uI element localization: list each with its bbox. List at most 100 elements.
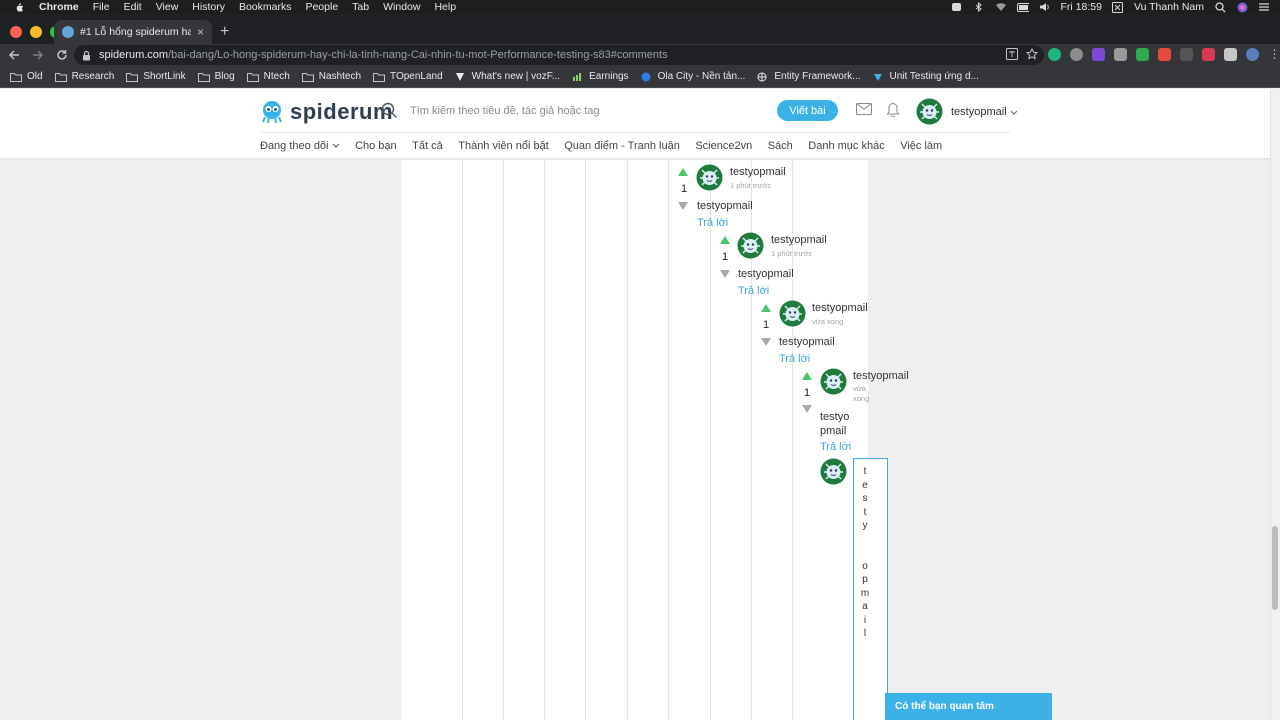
wifi-icon[interactable]	[995, 2, 1007, 12]
search-input[interactable]	[410, 102, 740, 120]
nav-science2vn[interactable]: Science2vn	[695, 140, 752, 152]
status-extension-icon[interactable]	[951, 2, 963, 12]
siri-icon[interactable]	[1236, 2, 1248, 12]
bookmark-unit-testing[interactable]: Unit Testing ứng d...	[873, 71, 979, 82]
menu-bookmarks[interactable]: Bookmarks	[239, 1, 292, 13]
bookmark-shortlink[interactable]: ShortLink	[126, 71, 186, 82]
pinterest-extension-icon[interactable]	[1202, 48, 1215, 61]
close-window-button[interactable]	[10, 26, 22, 38]
record-extension-icon[interactable]	[1070, 48, 1083, 61]
comment-avatar[interactable]	[779, 300, 806, 327]
bookmark-old[interactable]: Old	[10, 71, 43, 82]
nav-following[interactable]: Đang theo dõi	[260, 140, 340, 152]
upvote-icon[interactable]	[761, 304, 771, 312]
menu-file[interactable]: File	[93, 1, 110, 13]
comment-avatar[interactable]	[696, 164, 723, 191]
comment-author[interactable]: testyopmail	[853, 370, 909, 382]
comment-author[interactable]: testyopmail	[812, 302, 868, 314]
red-extension-icon[interactable]	[1158, 48, 1171, 61]
upvote-icon[interactable]	[678, 168, 688, 176]
chrome-menu-icon[interactable]: ⋮	[1268, 48, 1280, 61]
reload-button[interactable]	[52, 45, 72, 65]
evernote-extension-icon[interactable]	[1136, 48, 1149, 61]
nav-all[interactable]: Tất cả	[412, 140, 443, 152]
scrollbar-thumb[interactable]	[1272, 526, 1278, 610]
nav-for-you[interactable]: Cho bạn	[355, 140, 397, 152]
bookmark-voz[interactable]: What's new | vozF...	[455, 71, 560, 82]
upvote-icon[interactable]	[720, 236, 730, 244]
reply-link[interactable]: Trả lời	[820, 441, 851, 453]
browser-toolbar: spiderum.com/bai-dang/Lo-hong-spiderum-h…	[0, 44, 1280, 66]
downvote-icon[interactable]	[802, 405, 812, 413]
menu-window[interactable]: Window	[383, 1, 420, 13]
nav-books[interactable]: Sách	[768, 140, 793, 152]
bookmark-ola-city[interactable]: Ola City - Nền tản...	[641, 71, 745, 82]
lock-icon[interactable]	[82, 50, 91, 61]
bell-icon[interactable]	[886, 102, 900, 120]
nav-featured-members[interactable]: Thành viên nổi bật	[458, 140, 549, 152]
comment-avatar[interactable]	[737, 232, 764, 259]
profile-avatar-icon[interactable]	[1246, 48, 1259, 61]
battery-icon[interactable]	[1016, 2, 1029, 12]
user-switch-icon[interactable]	[1112, 1, 1124, 13]
spiderum-logo[interactable]: spiderum	[260, 99, 393, 125]
bookmark-star-icon[interactable]	[1025, 47, 1039, 63]
bookmark-topenland[interactable]: TOpenLand	[373, 71, 443, 82]
bookmark-earnings[interactable]: Earnings	[572, 71, 629, 82]
puzzle-extensions-icon[interactable]	[1224, 48, 1237, 61]
address-bar[interactable]: spiderum.com/bai-dang/Lo-hong-spiderum-h…	[74, 45, 1044, 65]
reply-link[interactable]: Trả lời	[697, 217, 728, 229]
downvote-icon[interactable]	[720, 270, 730, 278]
menu-user-name[interactable]: Vu Thanh Nam	[1134, 1, 1204, 13]
search-icon[interactable]	[381, 102, 398, 122]
reply-textarea[interactable]	[853, 458, 888, 720]
page-scrollbar[interactable]	[1270, 89, 1280, 720]
apple-icon[interactable]	[14, 2, 25, 13]
menu-people[interactable]: People	[305, 1, 338, 13]
comment-author[interactable]: testyopmail	[730, 166, 786, 178]
bookmark-research[interactable]: Research	[54, 71, 114, 82]
bookmark-entity-framework[interactable]: Entity Framework...	[757, 71, 861, 82]
bluetooth-icon[interactable]	[973, 2, 985, 12]
control-center-icon[interactable]	[1258, 2, 1270, 12]
grammarly-extension-icon[interactable]	[1048, 48, 1061, 61]
camera-extension-icon[interactable]	[1114, 48, 1127, 61]
mail-icon[interactable]	[856, 103, 872, 118]
nav-other-categories[interactable]: Danh mục khác	[808, 140, 884, 152]
upvote-icon[interactable]	[802, 372, 812, 380]
bookmark-blog[interactable]: Blog	[197, 71, 235, 82]
menu-help[interactable]: Help	[434, 1, 456, 13]
write-post-button[interactable]: Viết bài	[777, 100, 838, 121]
browser-tab-active[interactable]: #1 Lỗ hổng spiderum hay chỉ là ×	[54, 20, 212, 44]
suggested-posts-bar[interactable]: Có thể bạn quan tâm	[885, 693, 1052, 720]
gray-extension-icon[interactable]	[1180, 48, 1193, 61]
translate-icon[interactable]	[1006, 48, 1018, 63]
menu-edit[interactable]: Edit	[124, 1, 142, 13]
reply-link[interactable]: Trả lời	[779, 353, 810, 365]
menu-app-name[interactable]: Chrome	[39, 1, 79, 13]
new-tab-button[interactable]: +	[220, 24, 229, 40]
menu-tab[interactable]: Tab	[352, 1, 369, 13]
header-divider	[260, 132, 1010, 133]
bookmark-ntech[interactable]: Ntech	[246, 71, 290, 82]
forward-button[interactable]	[28, 45, 48, 65]
purple-extension-icon[interactable]	[1092, 48, 1105, 61]
nav-opinion-debate[interactable]: Quan điểm - Tranh luận	[564, 140, 680, 152]
back-button[interactable]	[4, 45, 24, 65]
downvote-icon[interactable]	[761, 338, 771, 346]
comments-section	[0, 160, 1270, 720]
nav-jobs[interactable]: Việc làm	[900, 140, 942, 152]
menu-view[interactable]: View	[156, 1, 179, 13]
comment-author[interactable]: testyopmail	[771, 234, 827, 246]
user-menu[interactable]: testyopmail	[916, 98, 1018, 125]
downvote-icon[interactable]	[678, 202, 688, 210]
menu-history[interactable]: History	[192, 1, 225, 13]
reply-link[interactable]: Trả lời	[738, 285, 769, 297]
minimize-window-button[interactable]	[30, 26, 42, 38]
spotlight-search-icon[interactable]	[1214, 1, 1226, 12]
bookmark-nashtech[interactable]: Nashtech	[301, 71, 361, 82]
menu-clock[interactable]: Fri 18:59	[1061, 1, 1102, 13]
tab-close-icon[interactable]: ×	[197, 25, 204, 39]
volume-icon[interactable]	[1039, 2, 1051, 12]
comment-avatar[interactable]	[820, 368, 847, 395]
